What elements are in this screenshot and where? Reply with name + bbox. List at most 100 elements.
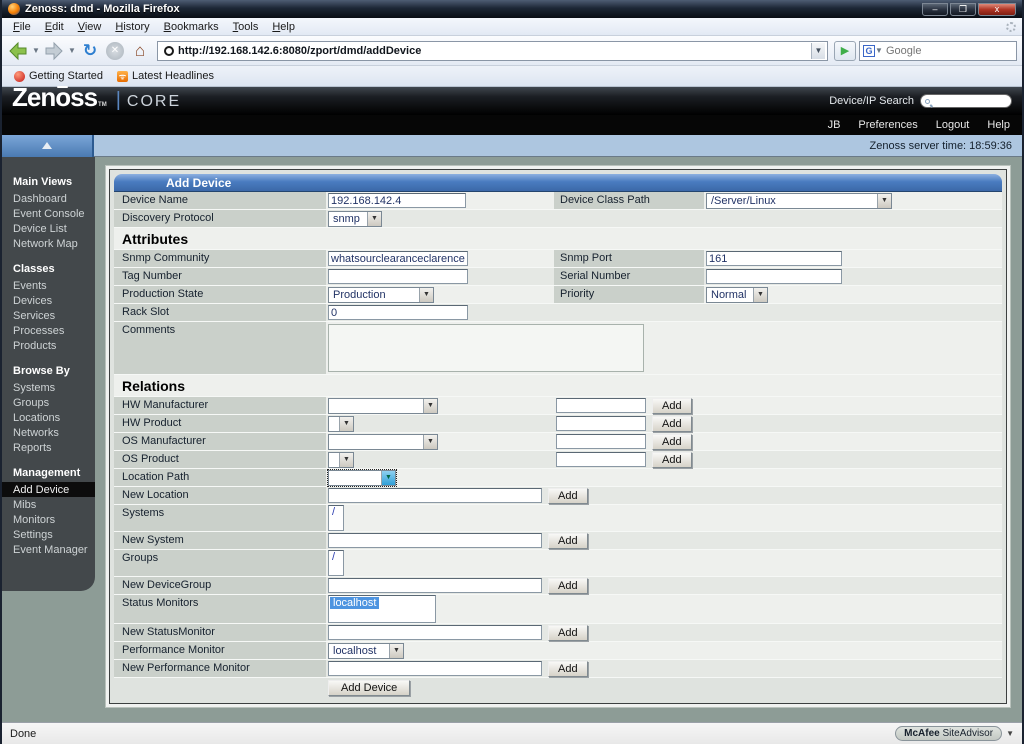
performance-monitor-select[interactable]: localhost ▼: [328, 642, 404, 659]
menu-tools[interactable]: Tools: [226, 20, 266, 34]
new-os-product-input[interactable]: [556, 452, 646, 467]
url-input[interactable]: [178, 44, 811, 57]
add-os-product-button[interactable]: Add: [652, 451, 692, 468]
new-devicegroup-input[interactable]: [328, 578, 542, 593]
sidebar-item-device-list[interactable]: Device List: [2, 221, 95, 236]
url-history-dropdown-icon[interactable]: ▼: [811, 42, 825, 59]
discovery-protocol-select[interactable]: snmp ▼: [328, 210, 382, 227]
logout-link[interactable]: Logout: [936, 119, 970, 131]
hw-product-select[interactable]: ▼: [328, 415, 354, 432]
bookmark-getting-started[interactable]: Getting Started: [10, 70, 107, 82]
google-engine-icon[interactable]: G: [863, 44, 875, 57]
new-location-input[interactable]: [328, 488, 542, 503]
sidebar-item-locations[interactable]: Locations: [2, 410, 95, 425]
back-dropdown-icon[interactable]: ▼: [32, 46, 40, 55]
stop-button[interactable]: ✕: [104, 40, 126, 62]
help-link[interactable]: Help: [987, 119, 1010, 131]
attributes-section-header: Attributes: [114, 228, 1002, 250]
groups-listbox[interactable]: /: [328, 550, 344, 576]
forward-dropdown-icon[interactable]: ▼: [68, 46, 76, 55]
forward-button[interactable]: [43, 40, 65, 62]
new-hw-product-input[interactable]: [556, 416, 646, 431]
sidebar-item-dashboard[interactable]: Dashboard: [2, 191, 95, 206]
sidebar-item-reports[interactable]: Reports: [2, 440, 95, 455]
new-statusmonitor-input[interactable]: [328, 625, 542, 640]
menu-view[interactable]: View: [71, 20, 109, 34]
bookmark-latest-headlines[interactable]: ᯤ Latest Headlines: [113, 70, 218, 82]
go-button[interactable]: ▶: [834, 40, 856, 61]
snmp-community-input[interactable]: [328, 251, 468, 266]
add-location-button[interactable]: Add: [548, 487, 588, 504]
sidebar-item-add-device[interactable]: Add Device: [2, 482, 95, 497]
menu-edit[interactable]: Edit: [38, 20, 71, 34]
location-path-select[interactable]: ▼: [327, 468, 397, 487]
add-hw-product-button[interactable]: Add: [652, 415, 692, 432]
mcafee-siteadvisor-button[interactable]: McAfee SiteAdvisor ▼: [895, 726, 1014, 741]
restore-button[interactable]: ❐: [950, 2, 976, 16]
sidebar-item-processes[interactable]: Processes: [2, 323, 95, 338]
sidebar-item-monitors[interactable]: Monitors: [2, 512, 95, 527]
add-os-manufacturer-button[interactable]: Add: [652, 433, 692, 450]
os-manufacturer-select[interactable]: ▼: [328, 433, 438, 450]
sidebar-item-devices[interactable]: Devices: [2, 293, 95, 308]
close-button[interactable]: x: [978, 2, 1016, 16]
sidebar-item-services[interactable]: Services: [2, 308, 95, 323]
sidebar-collapse-button[interactable]: [2, 134, 94, 157]
search-engine-dropdown-icon[interactable]: ▼: [875, 46, 883, 55]
sidebar-item-event-manager[interactable]: Event Manager: [2, 542, 95, 557]
minimize-button[interactable]: –: [922, 2, 948, 16]
os-product-select[interactable]: ▼: [328, 451, 354, 468]
sidebar-item-systems[interactable]: Systems: [2, 380, 95, 395]
sidebar-item-groups[interactable]: Groups: [2, 395, 95, 410]
sidebar-item-network-map[interactable]: Network Map: [2, 236, 95, 251]
sidebar-item-products[interactable]: Products: [2, 338, 95, 353]
new-system-input[interactable]: [328, 533, 542, 548]
production-state-select[interactable]: Production ▼: [328, 286, 434, 303]
home-button[interactable]: ⌂: [129, 40, 151, 62]
new-hw-manufacturer-input[interactable]: [556, 398, 646, 413]
preferences-link[interactable]: Preferences: [858, 119, 917, 131]
back-button[interactable]: [7, 40, 29, 62]
add-device-submit-button[interactable]: Add Device: [328, 680, 411, 696]
device-name-input[interactable]: [328, 193, 466, 208]
row-systems: Systems /: [114, 505, 1002, 532]
add-performance-monitor-button[interactable]: Add: [548, 660, 588, 677]
rack-slot-input[interactable]: [328, 305, 468, 320]
add-hw-manufacturer-button[interactable]: Add: [652, 397, 692, 414]
systems-listbox[interactable]: /: [328, 505, 344, 531]
new-location-label: New Location: [114, 487, 326, 504]
web-search-bar[interactable]: G ▼: [859, 40, 1024, 61]
new-performance-monitor-input[interactable]: [328, 661, 542, 676]
user-initials[interactable]: JB: [828, 119, 841, 131]
url-bar[interactable]: ▼: [157, 40, 828, 61]
sidebar-item-settings[interactable]: Settings: [2, 527, 95, 542]
add-devicegroup-button[interactable]: Add: [548, 577, 588, 594]
menu-bookmarks[interactable]: Bookmarks: [157, 20, 226, 34]
snmp-port-input[interactable]: [706, 251, 842, 266]
device-ip-search-input[interactable]: [920, 94, 1012, 108]
sidebar-item-mibs[interactable]: Mibs: [2, 497, 95, 512]
add-system-button[interactable]: Add: [548, 532, 588, 549]
menu-help[interactable]: Help: [265, 20, 302, 34]
sidebar-item-events[interactable]: Events: [2, 278, 95, 293]
priority-select[interactable]: Normal ▼: [706, 286, 768, 303]
menu-file[interactable]: File: [6, 20, 38, 34]
device-class-path-select[interactable]: /Server/Linux ▼: [706, 192, 892, 209]
new-os-manufacturer-input[interactable]: [556, 434, 646, 449]
web-search-input[interactable]: [883, 44, 1024, 57]
add-statusmonitor-button[interactable]: Add: [548, 624, 588, 641]
row-snmp-community: Snmp Community Snmp Port: [114, 250, 1002, 268]
status-monitor-selected-option[interactable]: localhost: [330, 597, 380, 609]
menu-history[interactable]: History: [108, 20, 156, 34]
tag-number-input[interactable]: [328, 269, 468, 284]
mcafee-dropdown-icon[interactable]: ▼: [1006, 729, 1014, 738]
chevron-down-icon: ▼: [389, 643, 403, 658]
status-monitors-listbox[interactable]: localhost: [328, 595, 436, 623]
comments-textarea[interactable]: [328, 324, 644, 372]
device-class-path-label: Device Class Path: [554, 192, 704, 209]
sidebar-item-event-console[interactable]: Event Console: [2, 206, 95, 221]
reload-button[interactable]: ↻: [79, 40, 101, 62]
hw-manufacturer-select[interactable]: ▼: [328, 397, 438, 414]
serial-number-input[interactable]: [706, 269, 842, 284]
sidebar-item-networks[interactable]: Networks: [2, 425, 95, 440]
